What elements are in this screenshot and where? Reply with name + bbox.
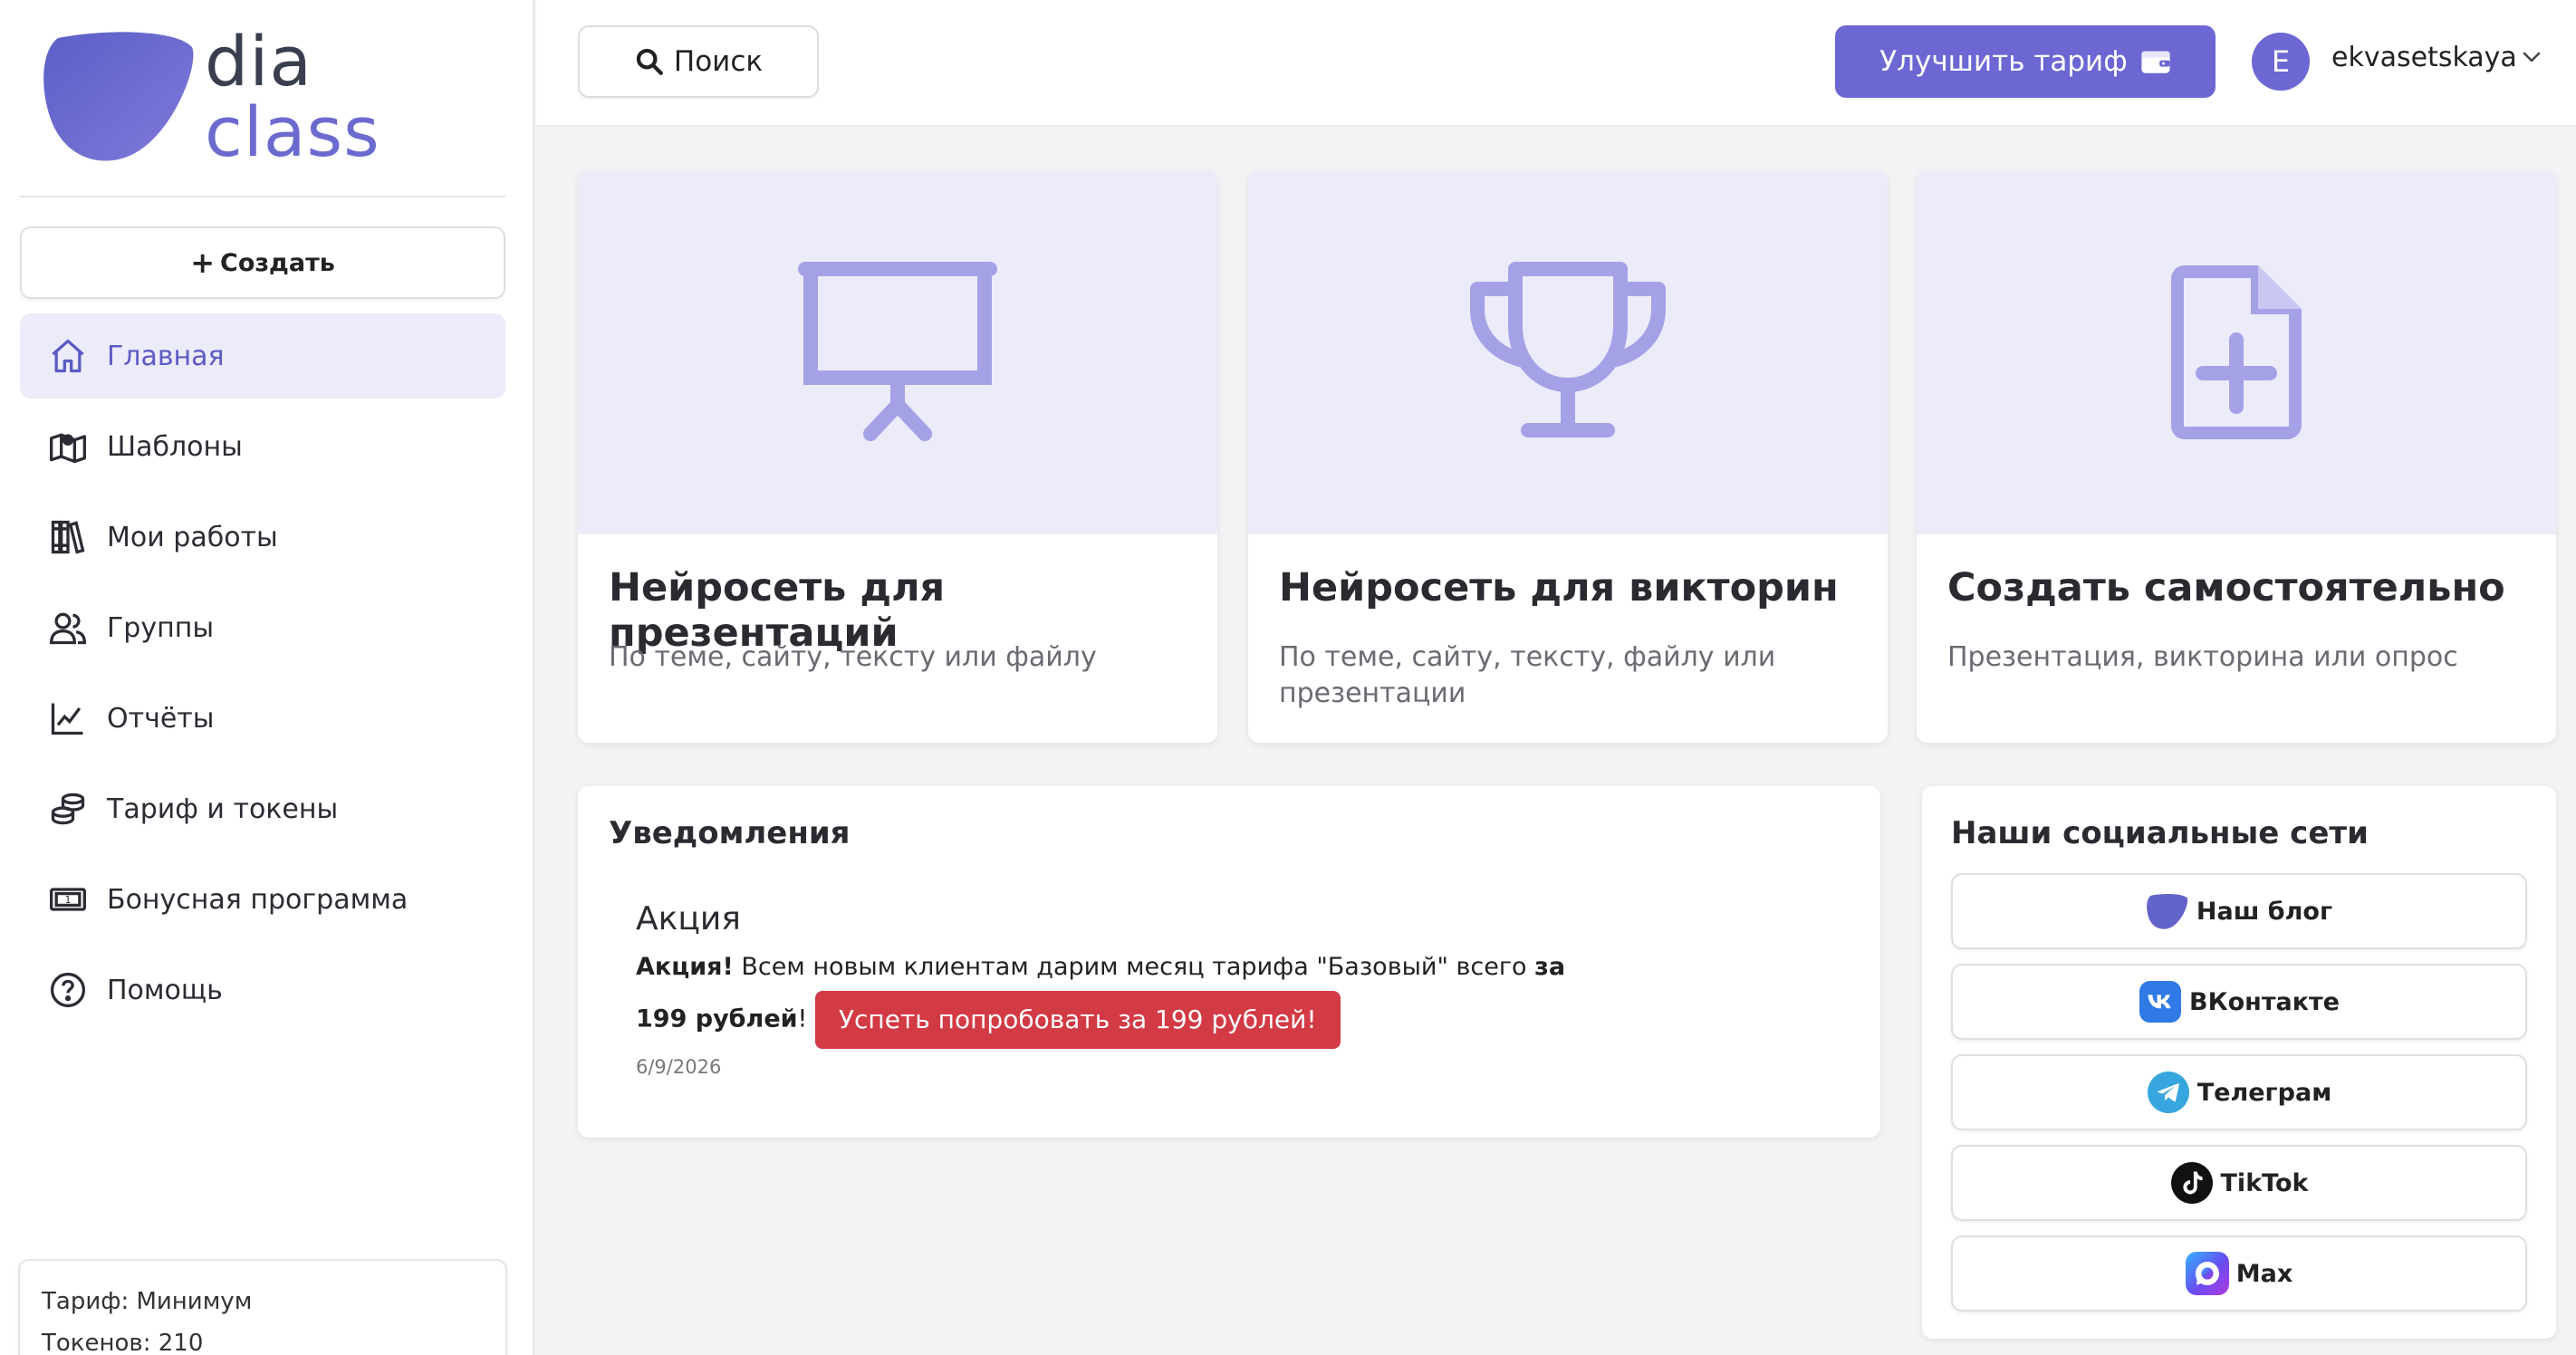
promo-date: 6/9/2026 xyxy=(636,1056,722,1078)
card-subtitle: Презентация, викторина или опрос xyxy=(1947,641,2458,673)
search-button[interactable]: Поиск xyxy=(578,25,819,98)
sidebar-item-home[interactable]: Главная xyxy=(20,313,505,399)
top-header: Поиск Улучшить тариф E ekvasetskaya xyxy=(536,0,2576,127)
logo[interactable]: dia class xyxy=(40,27,402,181)
social-vk-button[interactable]: ВКонтакте xyxy=(1951,964,2527,1040)
search-icon xyxy=(636,48,663,75)
map-icon xyxy=(47,426,89,467)
try-promo-button[interactable]: Успеть попробовать за 199 рублей! xyxy=(814,991,1341,1049)
sidebar-item-my-works[interactable]: Мои работы xyxy=(20,495,505,580)
upgrade-plan-label: Улучшить тариф xyxy=(1879,45,2128,78)
card-illustration xyxy=(578,170,1217,534)
logo-blob-icon xyxy=(43,32,194,161)
social-telegram-button[interactable]: Телеграм xyxy=(1951,1054,2527,1130)
social-label: ВКонтакте xyxy=(2188,987,2340,1016)
social-label: Телеграм xyxy=(2196,1078,2332,1107)
sidebar-item-templates[interactable]: Шаблоны xyxy=(20,404,505,489)
card-subtitle: По теме, сайту, тексту или файлу xyxy=(609,641,1097,673)
logo-text-dia: dia xyxy=(205,21,312,101)
sidebar-item-label: Шаблоны xyxy=(107,430,243,463)
create-button-label: Создать xyxy=(220,248,335,277)
social-title: Наши социальные сети xyxy=(1951,815,2369,851)
books-icon xyxy=(47,516,89,558)
sidebar-divider xyxy=(20,196,505,197)
sidebar-item-plan-tokens[interactable]: Тариф и токены xyxy=(20,766,505,851)
chart-icon xyxy=(47,697,89,739)
card-ai-presentations[interactable]: Нейросеть для презентаций По теме, сайту… xyxy=(578,170,1217,743)
social-panel: Наши социальные сети Наш блог ВКонтакте … xyxy=(1922,786,2556,1339)
telegram-icon xyxy=(2147,1071,2190,1114)
vk-icon xyxy=(2139,980,2182,1023)
presentation-icon xyxy=(798,262,997,441)
sidebar-item-label: Тариф и токены xyxy=(107,793,339,825)
sidebar-item-label: Группы xyxy=(107,611,215,644)
chevron-down-icon[interactable] xyxy=(2522,51,2542,63)
social-label: TikTok xyxy=(2220,1168,2309,1197)
promo-body: Всем новым клиентам дарим месяц тарифа "… xyxy=(733,953,1535,981)
sidebar: dia class + Создать Главная Шаблоны Мои … xyxy=(0,0,534,1355)
card-subtitle: По теме, сайту, тексту, файлу или презен… xyxy=(1279,641,1776,709)
users-icon xyxy=(47,607,89,649)
plan-name: Тариф: Минимум xyxy=(42,1288,253,1315)
coins-icon xyxy=(47,788,89,830)
sidebar-item-label: Главная xyxy=(107,340,225,372)
card-create-manually[interactable]: Создать самостоятельно Презентация, викт… xyxy=(1917,170,2556,743)
social-max-button[interactable]: Max xyxy=(1951,1235,2527,1312)
help-icon xyxy=(47,969,89,1011)
promo-text: Акция! Всем новым клиентам дарим месяц т… xyxy=(636,944,1587,1049)
card-title: Нейросеть для викторин xyxy=(1279,565,1839,610)
tiktok-icon xyxy=(2170,1161,2214,1205)
diaclass-logo-icon xyxy=(2146,889,2189,933)
search-button-label: Поиск xyxy=(673,45,764,78)
wallet-icon xyxy=(2141,51,2170,73)
ticket-icon: 1 xyxy=(47,879,89,920)
card-illustration xyxy=(1248,170,1888,534)
plan-info: Тариф: Минимум Токенов: 210 xyxy=(18,1259,507,1355)
max-icon xyxy=(2185,1252,2229,1295)
sidebar-item-help[interactable]: Помощь xyxy=(20,947,505,1033)
social-tiktok-button[interactable]: TikTok xyxy=(1951,1145,2527,1221)
promo-after: ! xyxy=(797,1004,808,1033)
svg-text:1: 1 xyxy=(65,894,72,906)
create-button[interactable]: + Создать xyxy=(20,226,505,299)
social-label: Наш блог xyxy=(2196,897,2333,926)
sidebar-item-label: Помощь xyxy=(107,974,223,1006)
sidebar-item-groups[interactable]: Группы xyxy=(20,585,505,670)
social-label: Max xyxy=(2235,1259,2293,1288)
sidebar-item-label: Бонусная программа xyxy=(107,883,409,916)
username[interactable]: ekvasetskaya xyxy=(2331,42,2517,73)
promo-lead: Акция! xyxy=(636,953,734,981)
social-blog-button[interactable]: Наш блог xyxy=(1951,873,2527,949)
promo-title: Акция xyxy=(636,900,741,937)
file-plus-icon xyxy=(2171,265,2302,439)
sidebar-item-bonus[interactable]: 1 Бонусная программа xyxy=(20,857,505,942)
token-count: Токенов: 210 xyxy=(42,1330,204,1355)
sidebar-item-label: Отчёты xyxy=(107,702,215,735)
upgrade-plan-button[interactable]: Улучшить тариф xyxy=(1835,25,2216,98)
social-list: Наш блог ВКонтакте Телеграм TikTok Max xyxy=(1951,873,2527,1326)
card-title: Создать самостоятельно xyxy=(1947,565,2505,610)
notifications-title: Уведомления xyxy=(609,815,851,851)
logo-text-class: class xyxy=(205,91,380,172)
plus-icon: + xyxy=(190,245,215,280)
avatar[interactable]: E xyxy=(2252,33,2310,91)
sidebar-item-label: Мои работы xyxy=(107,521,278,553)
card-illustration xyxy=(1917,170,2556,534)
sidebar-nav: Главная Шаблоны Мои работы Группы Отчёты xyxy=(20,313,505,1038)
card-ai-quizzes[interactable]: Нейросеть для викторин По теме, сайту, т… xyxy=(1248,170,1888,743)
sidebar-item-reports[interactable]: Отчёты xyxy=(20,676,505,761)
home-icon xyxy=(47,335,89,377)
notifications-panel: Уведомления Акция Акция! Всем новым клие… xyxy=(578,786,1880,1138)
trophy-icon xyxy=(1470,262,1666,437)
